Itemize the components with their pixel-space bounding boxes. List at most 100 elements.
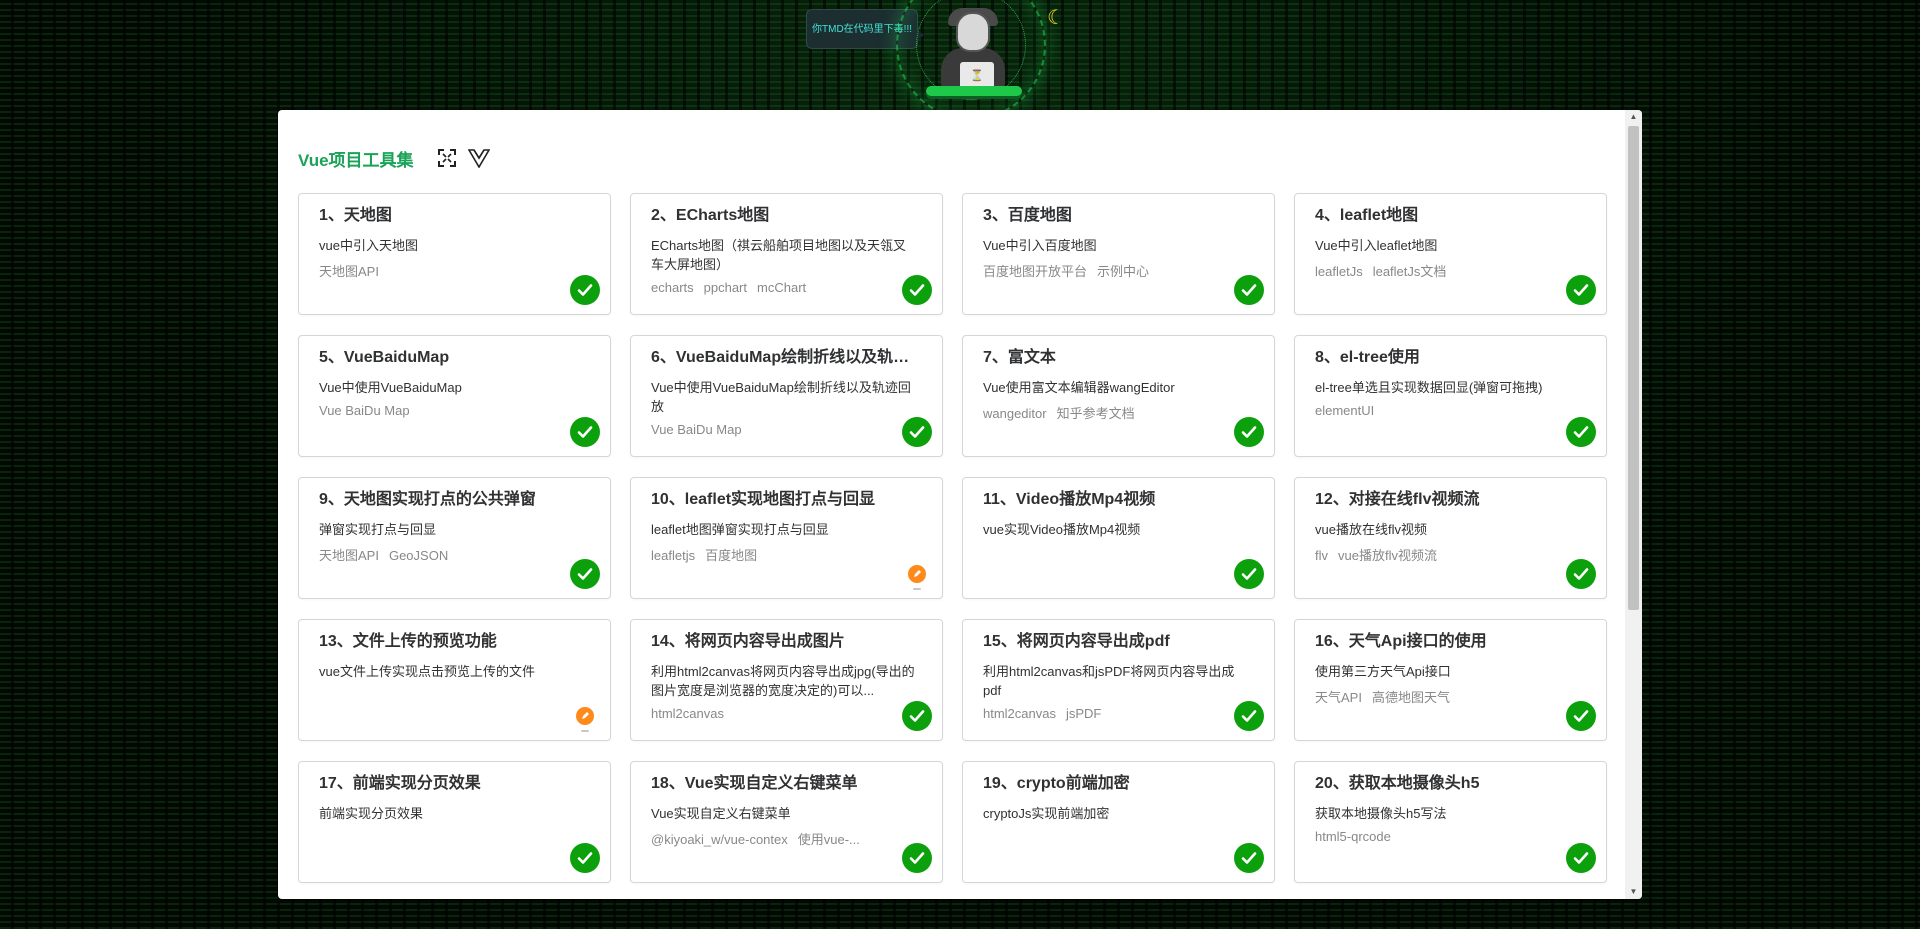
tool-card[interactable]: 17、前端实现分页效果 前端实现分页效果 — [298, 761, 611, 883]
card-tag-link[interactable]: GeoJSON — [389, 548, 448, 563]
card-tag-link[interactable]: jsPDF — [1066, 706, 1101, 721]
card-tag-link[interactable]: 天地图API — [319, 548, 379, 563]
card-tag-link[interactable]: leafletjs — [651, 548, 695, 563]
tool-card[interactable]: 18、Vue实现自定义右键菜单 Vue实现自定义右键菜单 @kiyoaki_w/vu… — [630, 761, 943, 883]
vue-logo-icon[interactable] — [467, 147, 490, 169]
card-tag-link[interactable]: html5-qrcode — [1315, 829, 1391, 844]
card-tags: html2canvas — [651, 706, 922, 721]
card-tag-link[interactable]: leafletJs文档 — [1373, 264, 1447, 279]
tool-card[interactable]: 19、crypto前端加密 cryptoJs实现前端加密 — [962, 761, 1275, 883]
card-tag-link[interactable]: mcChart — [757, 280, 806, 295]
card-tags: html5-qrcode — [1315, 829, 1586, 844]
card-tag-link[interactable]: vue播放flv视频流 — [1338, 548, 1437, 563]
card-title: 5、VueBaiduMap — [319, 349, 450, 366]
card-tags: @kiyoaki_w/vue-contex 使用vue-... — [651, 829, 922, 848]
card-title: 15、将网页内容导出成pdf — [983, 633, 1170, 650]
card-tag-link[interactable]: elementUI — [1315, 403, 1374, 418]
scroll-up-icon[interactable]: ▲ — [1625, 110, 1642, 124]
card-title: 8、el-tree使用 — [1315, 349, 1420, 366]
tool-card[interactable]: 3、百度地图 Vue中引入百度地图 百度地图开放平台 示例中心 — [962, 193, 1275, 315]
tools-panel: Vue项目工具集 1、天地图 vue中引入天地图 天地图API 2、ECharts地图… — [278, 110, 1642, 899]
card-tag-link[interactable]: leafletJs — [1315, 264, 1363, 279]
card-tag-link[interactable]: Vue BaiDu Map — [319, 403, 410, 418]
tool-card[interactable]: 20、获取本地摄像头h5 获取本地摄像头h5写法 html5-qrcode — [1294, 761, 1607, 883]
edit-icon — [908, 565, 926, 590]
card-title: 3、百度地图 — [983, 207, 1072, 224]
card-tag-link[interactable]: 天气API — [1315, 690, 1362, 705]
card-title: 20、获取本地摄像头h5 — [1315, 775, 1480, 792]
check-icon — [1234, 417, 1264, 447]
card-title: 9、天地图实现打点的公共弹窗 — [319, 491, 536, 508]
tool-card[interactable]: 9、天地图实现打点的公共弹窗 弹窗实现打点与回显 天地图API GeoJSON — [298, 477, 611, 599]
card-tags: html2canvas jsPDF — [983, 706, 1254, 721]
tool-card[interactable]: 6、VueBaiduMap绘制折线以及轨迹回放 Vue中使用VueBaiduMap… — [630, 335, 943, 457]
card-tags: leafletJs leafletJs文档 — [1315, 261, 1586, 280]
card-tag-link[interactable]: 使用vue-... — [798, 832, 860, 847]
card-tag-link[interactable]: html2canvas — [651, 706, 724, 721]
tool-card[interactable]: 14、将网页内容导出成图片 利用html2canvas将网页内容导出成jpg(导出… — [630, 619, 943, 741]
card-title: 1、天地图 — [319, 207, 392, 224]
card-description: 使用第三方天气Api接口 — [1315, 664, 1451, 679]
card-tag-link[interactable]: flv — [1315, 548, 1328, 563]
card-tag-link[interactable]: 示例中心 — [1097, 264, 1149, 279]
card-description: vue文件上传实现点击预览上传的文件 — [319, 664, 535, 679]
check-icon — [570, 275, 600, 305]
tool-card[interactable]: 12、对接在线flv视频流 vue播放在线flv视频 flv vue播放flv视频流 — [1294, 477, 1607, 599]
tool-card[interactable]: 7、富文本 Vue使用富文本编辑器wangEditor wangeditor 知乎参考… — [962, 335, 1275, 457]
check-icon — [1566, 701, 1596, 731]
check-icon — [902, 417, 932, 447]
tool-card[interactable]: 2、ECharts地图 ECharts地图（祺云船舶项目地图以及天瓴叉车大屏地图）… — [630, 193, 943, 315]
card-title: 18、Vue实现自定义右键菜单 — [651, 775, 858, 792]
card-tags: Vue BaiDu Map — [651, 422, 922, 437]
card-tags: 天地图API GeoJSON — [319, 545, 590, 564]
tool-card[interactable]: 4、leaflet地图 Vue中引入leaflet地图 leafletJs leafl… — [1294, 193, 1607, 315]
card-title: 17、前端实现分页效果 — [319, 775, 481, 792]
card-tags: Vue BaiDu Map — [319, 403, 590, 418]
card-title: 6、VueBaiduMap绘制折线以及轨迹回放 — [651, 349, 922, 366]
card-tag-link[interactable]: ppchart — [704, 280, 747, 295]
card-description: Vue中使用VueBaiduMap — [319, 380, 462, 395]
check-icon — [902, 843, 932, 873]
card-description: 获取本地摄像头h5写法 — [1315, 806, 1447, 821]
check-icon — [1566, 275, 1596, 305]
check-icon — [1234, 275, 1264, 305]
check-icon — [902, 701, 932, 731]
tool-card[interactable]: 15、将网页内容导出成pdf 利用html2canvas和jsPDF将网页内容导出… — [962, 619, 1275, 741]
card-tags: 百度地图开放平台 示例中心 — [983, 261, 1254, 280]
scrollbar[interactable]: ▲ ▼ — [1625, 110, 1642, 899]
tool-card[interactable]: 10、leaflet实现地图打点与回显 leaflet地图弹窗实现打点与回显 lea… — [630, 477, 943, 599]
tool-card[interactable]: 8、el-tree使用 el-tree单选且实现数据回显(弹窗可拖拽) elemen… — [1294, 335, 1607, 457]
card-tag-link[interactable]: 天地图API — [319, 264, 379, 279]
check-icon — [570, 417, 600, 447]
card-description: vue播放在线flv视频 — [1315, 522, 1427, 537]
card-tag-link[interactable]: 百度地图开放平台 — [983, 264, 1087, 279]
card-tag-link[interactable]: 百度地图 — [705, 548, 757, 563]
card-tag-link[interactable]: wangeditor — [983, 406, 1047, 421]
check-icon — [1234, 843, 1264, 873]
fullscreen-icon[interactable] — [436, 147, 458, 169]
card-description: Vue中引入百度地图 — [983, 238, 1097, 253]
card-title: 10、leaflet实现地图打点与回显 — [651, 491, 876, 508]
card-tag-link[interactable]: Vue BaiDu Map — [651, 422, 742, 437]
check-icon — [1566, 843, 1596, 873]
card-title: 12、对接在线flv视频流 — [1315, 491, 1480, 508]
tool-card[interactable]: 13、文件上传的预览功能 vue文件上传实现点击预览上传的文件 — [298, 619, 611, 741]
card-description: vue实现Video播放Mp4视频 — [983, 522, 1141, 537]
tool-card[interactable]: 1、天地图 vue中引入天地图 天地图API — [298, 193, 611, 315]
tool-card[interactable]: 16、天气Api接口的使用 使用第三方天气Api接口 天气API 高德地图天气 — [1294, 619, 1607, 741]
card-description: 利用html2canvas将网页内容导出成jpg(导出的图片宽度是浏览器的宽度决… — [651, 664, 915, 698]
card-tag-link[interactable]: 知乎参考文档 — [1057, 406, 1135, 421]
card-tags: elementUI — [1315, 403, 1586, 418]
card-description: 利用html2canvas和jsPDF将网页内容导出成pdf — [983, 664, 1235, 698]
tool-card[interactable]: 11、Video播放Mp4视频 vue实现Video播放Mp4视频 — [962, 477, 1275, 599]
scroll-down-icon[interactable]: ▼ — [1625, 885, 1642, 899]
card-tag-link[interactable]: html2canvas — [983, 706, 1056, 721]
card-description: ECharts地图（祺云船舶项目地图以及天瓴叉车大屏地图） — [651, 238, 906, 272]
scrollbar-thumb[interactable] — [1628, 126, 1639, 610]
card-tag-link[interactable]: @kiyoaki_w/vue-contex — [651, 832, 788, 847]
card-tag-link[interactable]: echarts — [651, 280, 694, 295]
tool-card[interactable]: 5、VueBaiduMap Vue中使用VueBaiduMap Vue BaiDu … — [298, 335, 611, 457]
edit-icon — [576, 707, 594, 732]
card-tag-link[interactable]: 高德地图天气 — [1372, 690, 1450, 705]
desk — [926, 86, 1022, 96]
